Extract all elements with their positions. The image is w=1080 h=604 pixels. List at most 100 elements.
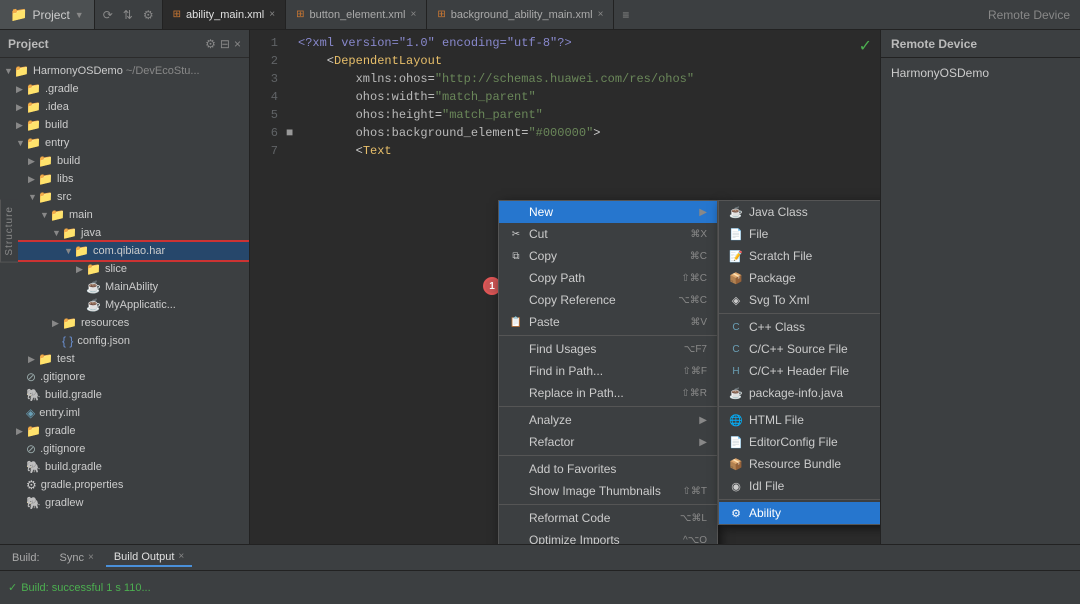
paste-icon: 📋 (509, 317, 523, 328)
tab-label-3: background_ability_main.xml (451, 9, 593, 21)
tree-item-test[interactable]: ▶ 📁 test (0, 350, 249, 368)
tree-root[interactable]: ▼ 📁 HarmonyOSDemo ~/DevEcoStu... (0, 62, 249, 80)
sm-item-cppheader[interactable]: H C/C++ Header File (719, 360, 880, 382)
cm-item-copy[interactable]: ⧉ Copy ⌘C (499, 245, 717, 267)
tree-item-iml[interactable]: ▶ ◈ entry.iml (0, 404, 249, 422)
sm-item-javaclass[interactable]: ☕ Java Class (719, 201, 880, 223)
item-label: java (81, 227, 101, 239)
tree-item-gradleprops[interactable]: ▶ ⚙ gradle.properties (0, 476, 249, 494)
tree-item-com-qibiao[interactable]: ▼ 📁 com.qibiao.har (0, 242, 249, 260)
close-buildoutput[interactable]: × (178, 551, 184, 562)
cm-item-copyref[interactable]: Copy Reference ⌥⌘C (499, 289, 717, 311)
tree-item-entry[interactable]: ▼ 📁 entry (0, 134, 249, 152)
sm-item-svgtoxml[interactable]: ◈ Svg To Xml (719, 289, 880, 311)
more-tabs-icon[interactable]: ≡ (614, 8, 637, 22)
cm-item-cut[interactable]: ✂ Cut ⌘X (499, 223, 717, 245)
tab-label-2: button_element.xml (309, 9, 405, 21)
item-label: MainAbility (105, 281, 158, 293)
sm-item-cppclass[interactable]: C C++ Class (719, 316, 880, 338)
root-label: HarmonyOSDemo ~/DevEcoStu... (33, 65, 200, 77)
cm-item-thumbnails[interactable]: Show Image Thumbnails ⇧⌘T (499, 480, 717, 502)
project-tab[interactable]: 📁 Project ▼ (0, 0, 95, 29)
tree-item-mainability[interactable]: ▶ ☕ MainAbility (0, 278, 249, 296)
structure-tab[interactable]: Structure (0, 200, 18, 263)
cm-item-analyze[interactable]: Analyze ▶ (499, 409, 717, 431)
tree-item-root-gitignore[interactable]: ▶ ⊘ .gitignore (0, 440, 249, 458)
sm-item-ability[interactable]: ⚙ Ability ▶ (719, 502, 880, 524)
separator (499, 455, 717, 456)
tree-item-config[interactable]: ▶ { } config.json (0, 332, 249, 350)
cm-label: Analyze (529, 413, 572, 427)
folder-icon: 📁 (26, 100, 41, 114)
tree-item-gitignore1[interactable]: ▶ ⊘ .gitignore (0, 368, 249, 386)
sidebar-controls[interactable]: ⚙ ⊟ × (205, 37, 241, 51)
sm-item-pkginfojava[interactable]: ☕ package-info.java (719, 382, 880, 404)
cm-item-findinpath[interactable]: Find in Path... ⇧⌘F (499, 360, 717, 382)
bottom-tab-sync[interactable]: Sync × (52, 550, 102, 566)
cm-item-reformat[interactable]: Reformat Code ⌥⌘L (499, 507, 717, 529)
sm-item-scratch[interactable]: 📝 Scratch File ⇧⌘N (719, 245, 880, 267)
tree-item-build-root[interactable]: ▶ 📁 build (0, 116, 249, 134)
sm-item-editorconfig[interactable]: 📄 EditorConfig File (719, 431, 880, 453)
arrow: ▼ (40, 210, 50, 220)
tree-item-libs[interactable]: ▶ 📁 libs (0, 170, 249, 188)
html-icon: 🌐 (729, 414, 743, 427)
tree-item-java[interactable]: ▼ 📁 java (0, 224, 249, 242)
separator (499, 504, 717, 505)
file-icon: 📄 (729, 228, 743, 241)
remote-device-label: Remote Device (988, 8, 1070, 22)
sm-item-htmlfile[interactable]: 🌐 HTML File (719, 409, 880, 431)
ability-icon: ⚙ (729, 507, 743, 520)
cm-item-copypath[interactable]: Copy Path ⇧⌘C (499, 267, 717, 289)
tree-item-root-buildgradle[interactable]: ▶ 🐘 build.gradle (0, 458, 249, 476)
sync-label: Sync (60, 552, 84, 564)
sm-label: File (749, 227, 768, 241)
tree-item-resources[interactable]: ▶ 📁 resources (0, 314, 249, 332)
arrow: ▼ (28, 192, 38, 202)
gear-icon[interactable]: ⚙ (205, 37, 216, 51)
tree-item-src[interactable]: ▼ 📁 src (0, 188, 249, 206)
settings-icon[interactable]: ⚙ (143, 8, 154, 22)
tree-item-idea[interactable]: ▶ 📁 .idea (0, 98, 249, 116)
code-line-1: 1 <?xml version="1.0" encoding="utf-8"?> (250, 34, 880, 52)
tree-item-entry-build[interactable]: ▶ 📁 build (0, 152, 249, 170)
tab-button-element[interactable]: ⊞ button_element.xml × (286, 0, 427, 29)
cm-item-findusages[interactable]: Find Usages ⌥F7 (499, 338, 717, 360)
tree-item-main[interactable]: ▼ 📁 main (0, 206, 249, 224)
sm-item-idlfile[interactable]: ◉ Idl File (719, 475, 880, 497)
cm-item-new[interactable]: New ▶ (499, 201, 717, 223)
bottom-tab-build[interactable]: Build: (4, 550, 48, 566)
tree-item-gradle-folder[interactable]: ▶ 📁 gradle (0, 422, 249, 440)
arrow: ▶ (16, 120, 26, 131)
close-sidebar-icon[interactable]: × (234, 37, 241, 51)
cm-item-replaceinpath[interactable]: Replace in Path... ⇧⌘R (499, 382, 717, 404)
close-tab-3[interactable]: × (598, 9, 604, 20)
refresh-icon[interactable]: ⟳ (103, 8, 113, 22)
cm-label: Replace in Path... (529, 386, 624, 400)
close-tab-2[interactable]: × (410, 9, 416, 20)
layout-icon[interactable]: ⊟ (220, 37, 230, 51)
tab-ability-main[interactable]: ⊞ ability_main.xml × (163, 0, 286, 29)
close-tab-1[interactable]: × (269, 9, 275, 20)
cm-item-addtofav[interactable]: Add to Favorites (499, 458, 717, 480)
tree-item-gradlew[interactable]: ▶ 🐘 gradlew (0, 494, 249, 512)
tree-item-slice[interactable]: ▶ 📁 slice (0, 260, 249, 278)
sm-item-file[interactable]: 📄 File (719, 223, 880, 245)
sync-icon[interactable]: ⇅ (123, 8, 133, 22)
tab-background[interactable]: ⊞ background_ability_main.xml × (427, 0, 614, 29)
bottom-tab-buildoutput[interactable]: Build Output × (106, 549, 192, 567)
cm-item-refactor[interactable]: Refactor ▶ (499, 431, 717, 453)
cm-item-paste[interactable]: 📋 Paste ⌘V (499, 311, 717, 333)
cm-item-optimizeimports[interactable]: Optimize Imports ^⌥O (499, 529, 717, 544)
tree-item-buildgradle1[interactable]: ▶ 🐘 build.gradle (0, 386, 249, 404)
sm-label: C/C++ Source File (749, 342, 848, 356)
sm-item-package[interactable]: 📦 Package (719, 267, 880, 289)
folder-icon: 📁 (38, 190, 53, 204)
close-sync[interactable]: × (88, 552, 94, 563)
tree-item-myapp[interactable]: ▶ ☕ MyApplicatic... (0, 296, 249, 314)
sm-item-resourcebundle[interactable]: 📦 Resource Bundle (719, 453, 880, 475)
code-line-7: 7 <Text (250, 142, 880, 160)
tree-item-gradle-hidden[interactable]: ▶ 📁 .gradle (0, 80, 249, 98)
xml-icon-1: ⊞ (173, 9, 181, 20)
sm-item-cppsource[interactable]: C C/C++ Source File (719, 338, 880, 360)
